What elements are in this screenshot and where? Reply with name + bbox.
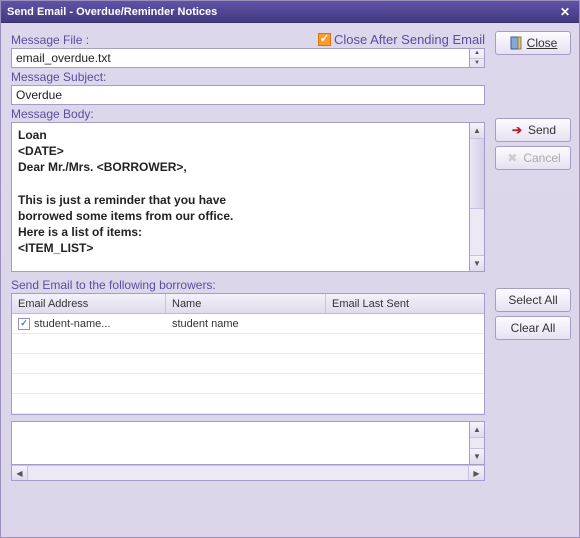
borrowers-table: Email Address Name Email Last Sent ✓ stu… bbox=[11, 293, 485, 415]
message-subject-input[interactable] bbox=[11, 85, 485, 105]
table-header: Email Address Name Email Last Sent bbox=[12, 294, 484, 314]
clear-all-button[interactable]: Clear All bbox=[495, 316, 571, 340]
chevron-up-icon[interactable]: ▲ bbox=[470, 49, 484, 59]
door-icon bbox=[509, 36, 523, 50]
log-scrollbar[interactable]: ▲ ▼ bbox=[469, 421, 485, 465]
close-after-send-option[interactable]: ✓ Close After Sending Email bbox=[318, 32, 485, 47]
scroll-left-icon[interactable]: ◀ bbox=[12, 466, 28, 480]
select-all-button[interactable]: Select All bbox=[495, 288, 571, 312]
send-to-label: Send Email to the following borrowers: bbox=[11, 278, 485, 292]
send-button[interactable]: ➔ Send bbox=[495, 118, 571, 142]
window-title: Send Email - Overdue/Reminder Notices bbox=[7, 6, 217, 18]
header-last-sent[interactable]: Email Last Sent bbox=[326, 294, 484, 313]
row-last-sent bbox=[326, 314, 484, 333]
send-email-dialog: Send Email - Overdue/Reminder Notices ✕ … bbox=[0, 0, 580, 538]
chevron-down-icon[interactable]: ▼ bbox=[470, 59, 484, 68]
send-button-label: Send bbox=[528, 123, 556, 137]
row-checkbox[interactable]: ✓ bbox=[18, 318, 30, 330]
body-scrollbar[interactable]: ▲ ▼ bbox=[469, 122, 485, 272]
row-email: student-name... bbox=[34, 318, 110, 330]
scroll-down-icon[interactable]: ▼ bbox=[470, 448, 484, 464]
message-file-input[interactable] bbox=[11, 48, 469, 68]
scroll-up-icon[interactable]: ▲ bbox=[470, 422, 484, 438]
clear-all-label: Clear All bbox=[511, 321, 556, 335]
scroll-right-icon[interactable]: ▶ bbox=[468, 466, 484, 480]
scroll-up-icon[interactable]: ▲ bbox=[470, 123, 484, 139]
message-file-label: Message File : bbox=[11, 33, 89, 47]
scroll-thumb[interactable] bbox=[470, 139, 484, 209]
close-after-send-label: Close After Sending Email bbox=[334, 32, 485, 47]
table-row[interactable]: ✓ student-name... student name bbox=[12, 314, 484, 334]
close-button-label: Close bbox=[527, 36, 558, 50]
scroll-down-icon[interactable]: ▼ bbox=[470, 255, 484, 271]
row-name: student name bbox=[166, 314, 326, 333]
titlebar: Send Email - Overdue/Reminder Notices ✕ bbox=[1, 1, 579, 23]
file-spinner[interactable]: ▲ ▼ bbox=[469, 48, 485, 68]
window-close-button[interactable]: ✕ bbox=[557, 4, 573, 20]
header-email[interactable]: Email Address bbox=[12, 294, 166, 313]
close-button[interactable]: Close bbox=[495, 31, 571, 55]
select-all-label: Select All bbox=[508, 293, 557, 307]
arrow-right-icon: ➔ bbox=[510, 123, 524, 137]
cancel-button: ✖ Cancel bbox=[495, 146, 571, 170]
message-body-textarea[interactable]: Loan <DATE> Dear Mr./Mrs. <BORROWER>, Th… bbox=[11, 122, 469, 272]
cancel-button-label: Cancel bbox=[523, 151, 560, 165]
message-subject-label: Message Subject: bbox=[11, 70, 485, 84]
cancel-icon: ✖ bbox=[505, 151, 519, 165]
checkbox-icon: ✓ bbox=[318, 33, 331, 46]
log-textarea[interactable] bbox=[11, 421, 469, 465]
header-name[interactable]: Name bbox=[166, 294, 326, 313]
horizontal-scrollbar[interactable]: ◀ ▶ bbox=[11, 465, 485, 481]
message-body-label: Message Body: bbox=[11, 107, 485, 121]
